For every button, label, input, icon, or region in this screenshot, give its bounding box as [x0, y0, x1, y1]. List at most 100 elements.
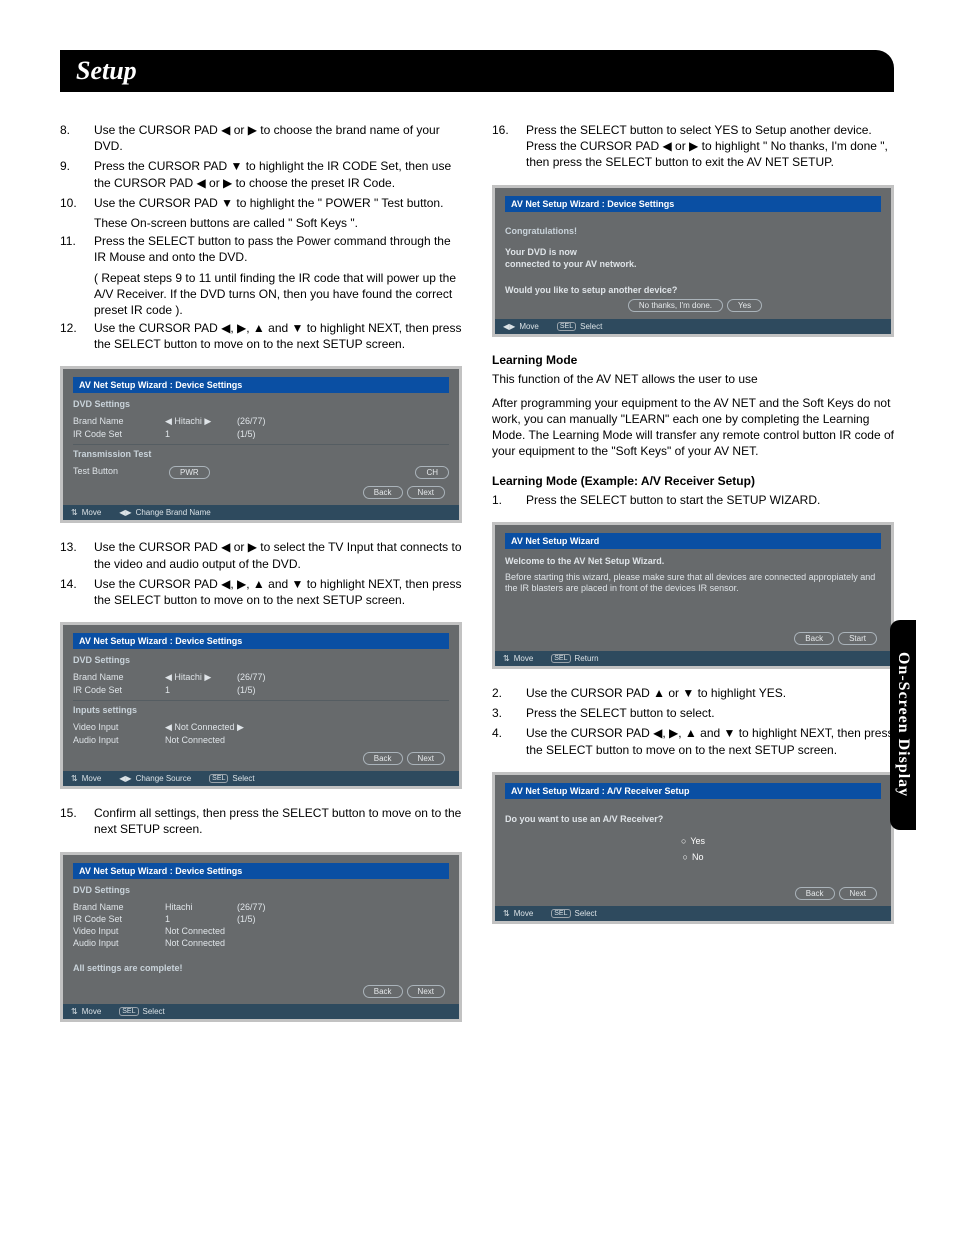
- osd-title: AV Net Setup Wizard : Device Settings: [73, 863, 449, 879]
- step-num: 9.: [60, 158, 94, 190]
- step-text: Use the CURSOR PAD ◀, ▶, ▲ and ▼ to high…: [526, 725, 894, 757]
- step-num: 12.: [60, 320, 94, 352]
- osd-screenshot-3: AV Net Setup Wizard : Device Settings DV…: [60, 852, 462, 1022]
- osd-next-button: Next: [839, 887, 877, 900]
- osd-label: Video Input: [73, 722, 153, 733]
- osd-question: Do you want to use an A/V Receiver?: [505, 814, 663, 824]
- osd-next-button: Next: [407, 486, 445, 499]
- osd-radio-label: No: [692, 852, 704, 862]
- osd-title: AV Net Setup Wizard : Device Settings: [73, 377, 449, 393]
- osd-title: AV Net Setup Wizard : Device Settings: [505, 196, 881, 212]
- osd-screenshot-6: AV Net Setup Wizard : A/V Receiver Setup…: [492, 772, 894, 924]
- osd-foot-label: Move: [514, 654, 534, 663]
- osd-back-button: Back: [794, 632, 834, 645]
- osd-no-button: No thanks, I'm done.: [628, 299, 723, 312]
- osd-back-button: Back: [795, 887, 835, 900]
- osd-label: Brand Name: [73, 672, 153, 683]
- osd-foot-label: Change Brand Name: [136, 508, 211, 517]
- osd-section: Transmission Test: [73, 449, 449, 459]
- select-icon: SEL: [551, 909, 570, 918]
- osd-label: Brand Name: [73, 416, 153, 427]
- osd-screenshot-5: AV Net Setup Wizard Welcome to the AV Ne…: [492, 522, 894, 669]
- step-num: 3.: [492, 705, 526, 721]
- osd-label: Video Input: [73, 926, 153, 936]
- osd-back-button: Back: [363, 752, 403, 765]
- up-down-icon: ⇅: [71, 508, 78, 517]
- left-right-icon: ◀▶: [119, 508, 131, 517]
- osd-foot-label: Move: [82, 1007, 102, 1016]
- osd-foot-label: Move: [82, 508, 102, 517]
- step-text: Confirm all settings, then press the SEL…: [94, 805, 462, 837]
- osd-value: ◀ Hitachi ▶: [165, 416, 225, 427]
- osd-back-button: Back: [363, 985, 403, 998]
- osd-message: Before starting this wizard, please make…: [505, 572, 881, 595]
- osd-value: 1: [165, 429, 225, 439]
- osd-section: DVD Settings: [73, 399, 449, 409]
- right-column: 16.Press the SELECT button to select YES…: [492, 122, 894, 1038]
- step-num: 16.: [492, 122, 526, 171]
- osd-foot-label: Move: [514, 909, 534, 918]
- osd-label: Audio Input: [73, 735, 153, 745]
- side-tab-text: On-Screen Display: [894, 652, 912, 797]
- osd-title: AV Net Setup Wizard : A/V Receiver Setup: [505, 783, 881, 799]
- step-subtext: ( Repeat steps 9 to 11 until finding the…: [60, 270, 462, 319]
- osd-count: (26/77): [237, 672, 292, 683]
- section-heading: Learning Mode (Example: A/V Receiver Set…: [492, 474, 894, 488]
- osd-screenshot-4: AV Net Setup Wizard : Device Settings Co…: [492, 185, 894, 337]
- osd-count: (1/5): [237, 914, 292, 924]
- osd-count: (1/5): [237, 685, 292, 695]
- step-num: 4.: [492, 725, 526, 757]
- osd-value: 1: [165, 685, 225, 695]
- osd-value: ◀ Not Connected ▶: [165, 722, 244, 733]
- step-text: Use the CURSOR PAD ◀, ▶, ▲ and ▼ to high…: [94, 576, 462, 608]
- osd-title: AV Net Setup Wizard: [505, 533, 881, 549]
- select-icon: SEL: [551, 654, 570, 663]
- osd-value: Not Connected: [165, 938, 225, 948]
- osd-label: IR Code Set: [73, 429, 153, 439]
- step-subtext: These On-screen buttons are called " Sof…: [60, 215, 462, 231]
- paragraph: This function of the AV NET allows the u…: [492, 371, 894, 387]
- up-down-icon: ⇅: [503, 654, 510, 663]
- osd-title: AV Net Setup Wizard : Device Settings: [73, 633, 449, 649]
- step-text: Press the SELECT button to select.: [526, 705, 894, 721]
- up-down-icon: ⇅: [503, 909, 510, 918]
- osd-label: Brand Name: [73, 902, 153, 912]
- osd-value: ◀ Hitachi ▶: [165, 672, 225, 683]
- chapter-title: Setup: [60, 50, 894, 92]
- left-column: 8.Use the CURSOR PAD ◀ or ▶ to choose th…: [60, 122, 462, 1038]
- up-down-icon: ⇅: [71, 1007, 78, 1016]
- step-text: Press the CURSOR PAD ▼ to highlight the …: [94, 158, 462, 190]
- osd-next-button: Next: [407, 752, 445, 765]
- osd-foot-label: Select: [575, 909, 597, 918]
- osd-section: DVD Settings: [73, 885, 449, 895]
- side-tab: On-Screen Display: [890, 620, 916, 830]
- left-right-icon: ◀▶: [119, 774, 131, 783]
- step-text: Press the SELECT button to select YES to…: [526, 122, 894, 171]
- osd-question: Would you like to setup another device?: [505, 285, 677, 295]
- osd-value: 1: [165, 914, 225, 924]
- osd-message: connected to your AV network.: [505, 259, 637, 269]
- chapter-title-text: Setup: [76, 56, 878, 86]
- step-num: 2.: [492, 685, 526, 701]
- select-icon: SEL: [209, 774, 228, 783]
- section-heading: Learning Mode: [492, 353, 894, 367]
- osd-radio-no: No: [683, 852, 704, 862]
- osd-value: Hitachi: [165, 902, 225, 912]
- step-text: Press the SELECT button to pass the Powe…: [94, 233, 462, 265]
- osd-count: (1/5): [237, 429, 292, 439]
- step-num: 13.: [60, 539, 94, 571]
- osd-message: All settings are complete!: [73, 963, 449, 973]
- osd-start-button: Start: [838, 632, 877, 645]
- step-num: 8.: [60, 122, 94, 154]
- osd-button: CH: [415, 466, 449, 479]
- osd-button: PWR: [169, 466, 210, 479]
- osd-foot-label: Select: [232, 774, 254, 783]
- step-num: 1.: [492, 492, 526, 508]
- osd-radio-yes: Yes: [681, 836, 705, 846]
- osd-foot-label: Return: [575, 654, 599, 663]
- paragraph: After programming your equipment to the …: [492, 395, 894, 460]
- step-num: 14.: [60, 576, 94, 608]
- osd-message: Welcome to the AV Net Setup Wizard.: [505, 556, 664, 566]
- left-right-icon: ◀▶: [503, 322, 515, 331]
- step-text: Press the SELECT button to start the SET…: [526, 492, 894, 508]
